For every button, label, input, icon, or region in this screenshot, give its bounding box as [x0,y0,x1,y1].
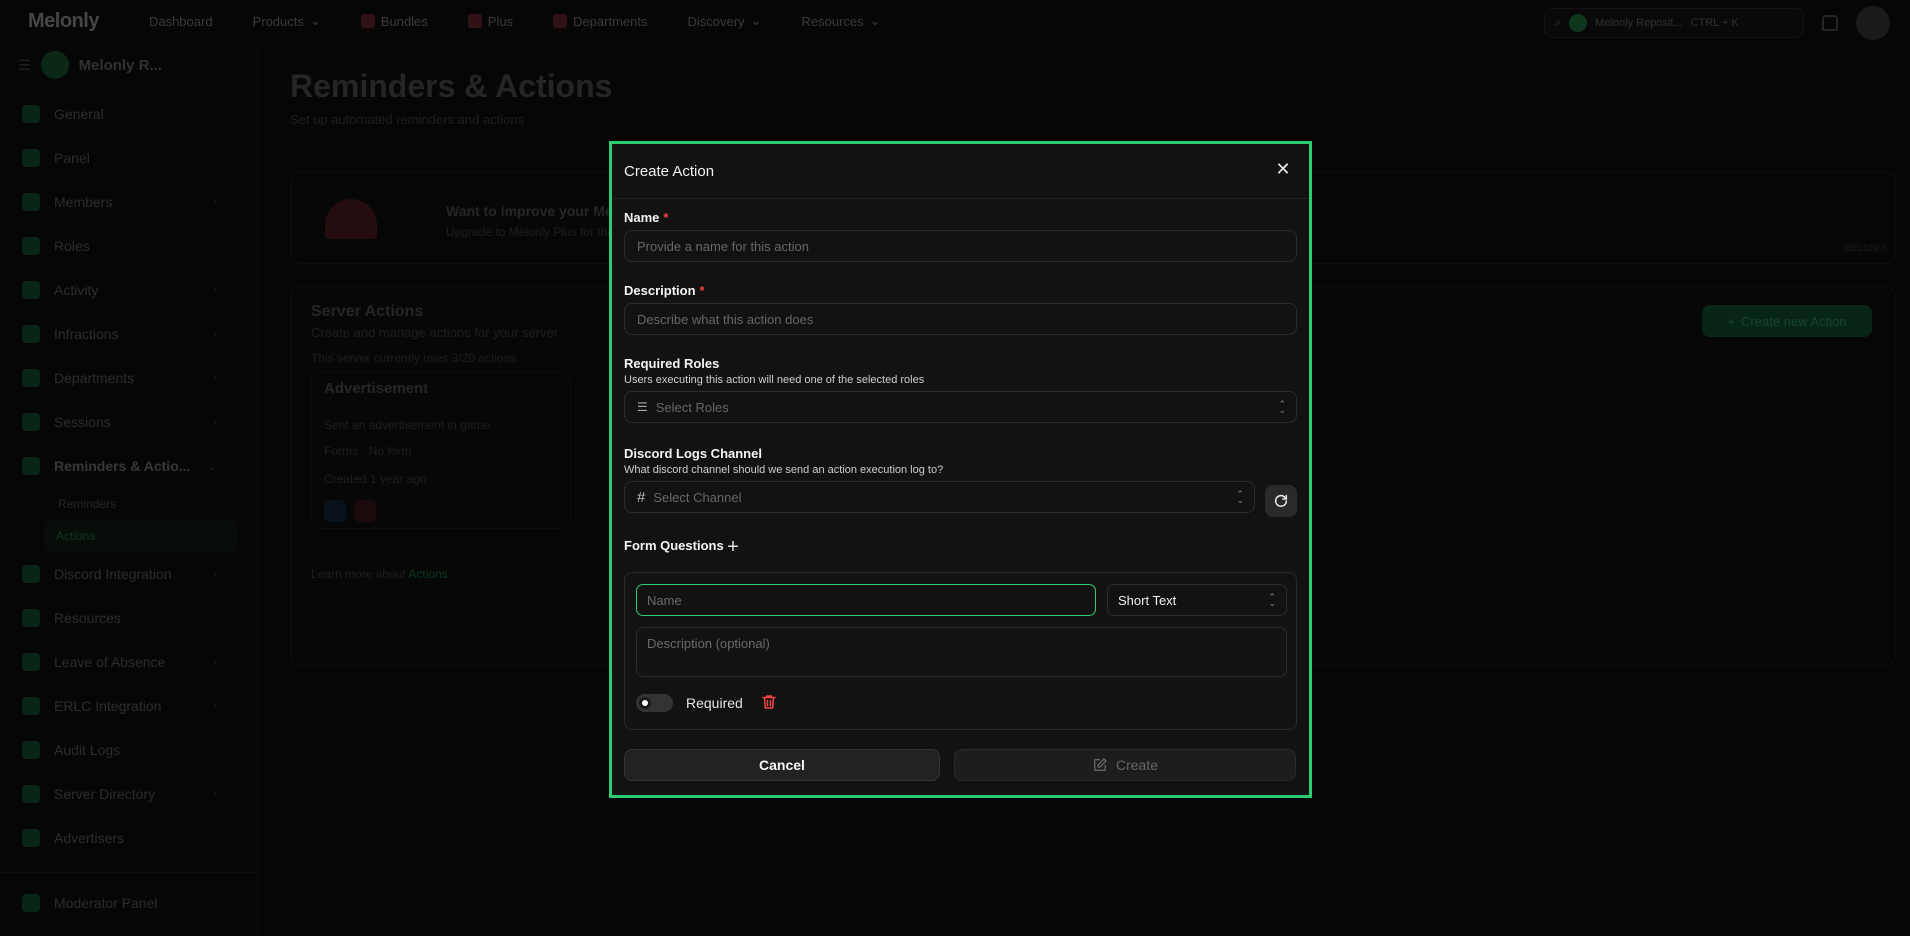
close-icon[interactable]: ✕ [1273,159,1293,179]
required-label: Required [686,695,743,711]
cancel-button[interactable]: Cancel [624,749,940,781]
description-field-group: Description * [624,283,1297,335]
name-field-group: Name * [624,210,1297,262]
question-description-input[interactable] [636,627,1287,677]
required-asterisk: * [699,283,705,298]
channel-label: Discord Logs Channel [624,446,762,461]
modal-header: Create Action ✕ [612,144,1309,199]
refresh-icon [1274,494,1288,507]
toggle-knob [639,697,651,709]
channel-select[interactable]: # Select Channel ⌃ ⌄ [624,481,1255,513]
name-input[interactable] [624,230,1297,262]
edit-icon [1093,758,1107,771]
refresh-channels-button[interactable] [1265,485,1297,517]
question-card: Short Text ⌃⌄ Required [624,572,1297,730]
question-type-value: Short Text [1118,592,1177,608]
roles-field-group: Required Roles Users executing this acti… [624,356,1297,423]
hash-icon: # [637,488,646,506]
name-label: Name * [624,210,669,225]
form-questions-label: Form Questions [624,538,724,553]
add-question-plus-icon[interactable]: + [724,537,742,557]
create-action-modal: Create Action ✕ Name* Description* Requi… [609,141,1312,798]
question-name-input[interactable] [636,584,1096,616]
trash-icon[interactable] [760,693,778,711]
description-input[interactable] [624,303,1297,335]
form-questions-header: Form Questions [624,538,724,553]
chevron-updown-icon: ⌃ ⌄ [1278,399,1286,415]
app: Melonly Dashboard Products ⌄ Bundles Plus… [0,0,1910,936]
roles-placeholder: Select Roles [655,399,729,415]
required-toggle[interactable] [636,694,673,712]
channel-field-group: Discord Logs Channel What discord channe… [624,446,1255,513]
create-label: Create [1115,757,1159,773]
description-label: Description * [624,283,705,298]
channel-hint: What discord channel should we send an a… [624,464,944,476]
create-button[interactable]: Create [954,749,1296,781]
modal-title: Create Action [624,162,715,180]
question-type-select[interactable]: Short Text ⌃ ⌄ [1107,584,1287,616]
roles-label: Required Roles [624,356,720,371]
channel-placeholder: Select Channel [653,489,742,505]
chevron-updown-icon: ⌃ ⌄ [1236,489,1244,505]
list-icon: ☰ [637,400,648,414]
roles-hint: Users executing this action will need on… [624,374,925,386]
required-asterisk: * [663,210,669,225]
chevron-updown-icon: ⌃ ⌄ [1268,592,1276,608]
roles-select[interactable]: ☰ Select Roles ⌃ ⌄ [624,391,1297,423]
